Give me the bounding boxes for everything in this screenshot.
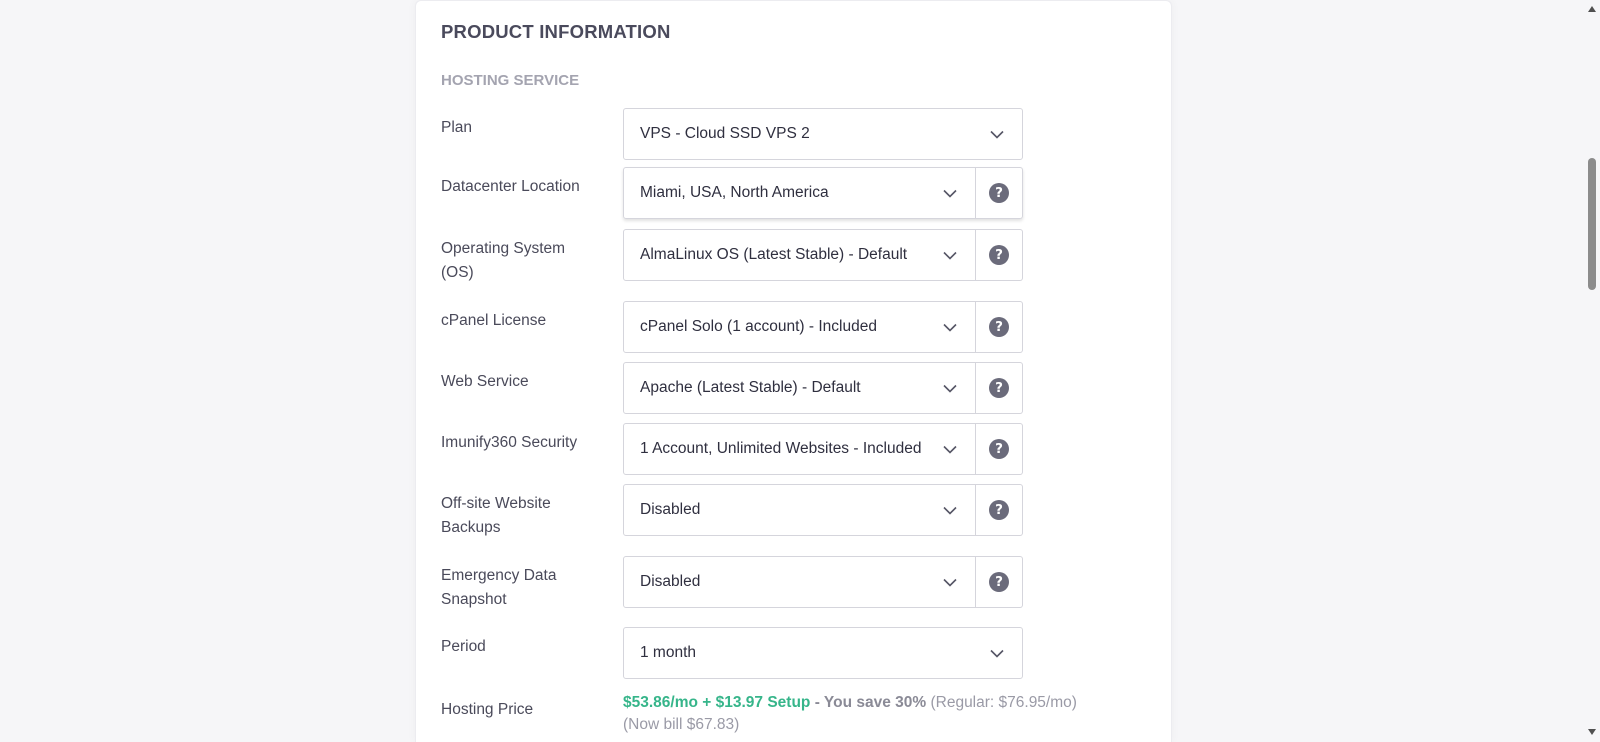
select-value: Miami, USA, North America — [640, 184, 829, 201]
cpanel-control: cPanel Solo (1 account) - Included ? — [623, 301, 1023, 353]
price-savings: - You save 30% — [814, 694, 927, 711]
field-label: Web Service — [441, 373, 529, 390]
chevron-down-icon — [943, 323, 957, 332]
datacenter-control: Miami, USA, North America ? — [623, 167, 1023, 219]
help-icon: ? — [989, 245, 1009, 265]
field-label: Emergency Data Snapshot — [441, 567, 557, 608]
field-label: Off-site Website Backups — [441, 495, 551, 536]
help-icon: ? — [989, 317, 1009, 337]
period-select[interactable]: 1 month — [623, 627, 1023, 679]
os-control: AlmaLinux OS (Latest Stable) - Default ? — [623, 229, 1023, 281]
imunify360-help-button[interactable]: ? — [976, 423, 1023, 475]
hosting-price-label: Hosting Price — [441, 701, 534, 718]
help-icon: ? — [989, 439, 1009, 459]
chevron-down-icon — [943, 384, 957, 393]
subsection-title: HOSTING SERVICE — [441, 72, 580, 89]
select-value: cPanel Solo (1 account) - Included — [640, 318, 877, 335]
emergency-snapshot-help-button[interactable]: ? — [976, 556, 1023, 608]
select-value: 1 Account, Unlimited Websites - Included — [640, 440, 922, 457]
emergency-snapshot-select[interactable]: Disabled — [623, 556, 976, 608]
scroll-down-arrow-icon[interactable] — [1587, 727, 1597, 737]
help-icon: ? — [989, 378, 1009, 398]
chevron-down-icon — [943, 445, 957, 454]
page-scrollbar[interactable] — [1584, 0, 1600, 741]
period-control: 1 month — [623, 627, 1023, 679]
web-service-select[interactable]: Apache (Latest Stable) - Default — [623, 362, 976, 414]
offsite-backups-help-button[interactable]: ? — [976, 484, 1023, 536]
datacenter-help-button[interactable]: ? — [976, 167, 1023, 219]
field-label: Imunify360 Security — [441, 434, 578, 451]
offsite-backups-select[interactable]: Disabled — [623, 484, 976, 536]
chevron-down-icon — [943, 189, 957, 198]
cpanel-select[interactable]: cPanel Solo (1 account) - Included — [623, 301, 976, 353]
cpanel-help-button[interactable]: ? — [976, 301, 1023, 353]
select-value: 1 month — [640, 644, 697, 661]
select-value: Apache (Latest Stable) - Default — [640, 379, 861, 396]
chevron-down-icon — [990, 130, 1004, 139]
help-icon: ? — [989, 500, 1009, 520]
scroll-up-arrow-icon[interactable] — [1587, 4, 1597, 14]
chevron-down-icon — [943, 506, 957, 515]
field-label: Period — [441, 638, 486, 655]
plan-control: VPS - Cloud SSD VPS 2 — [623, 108, 1023, 160]
help-icon: ? — [989, 572, 1009, 592]
field-label: cPanel License — [441, 312, 547, 329]
web-service-control: Apache (Latest Stable) - Default ? — [623, 362, 1023, 414]
price-regular: (Regular: $76.95/mo) — [930, 694, 1077, 711]
select-value: VPS - Cloud SSD VPS 2 — [640, 125, 810, 142]
field-label: Datacenter Location — [441, 178, 580, 195]
plan-select[interactable]: VPS - Cloud SSD VPS 2 — [623, 108, 1023, 160]
price-amount: $53.86/mo + $13.97 Setup — [623, 694, 811, 711]
field-label: Operating System (OS) — [441, 240, 566, 281]
section-title: PRODUCT INFORMATION — [441, 21, 671, 42]
os-select[interactable]: AlmaLinux OS (Latest Stable) - Default — [623, 229, 976, 281]
imunify360-control: 1 Account, Unlimited Websites - Included… — [623, 423, 1023, 475]
imunify360-select[interactable]: 1 Account, Unlimited Websites - Included — [623, 423, 976, 475]
offsite-backups-control: Disabled ? — [623, 484, 1023, 536]
help-icon: ? — [989, 183, 1009, 203]
field-label: Plan — [441, 119, 473, 136]
web-service-help-button[interactable]: ? — [976, 362, 1023, 414]
chevron-down-icon — [990, 649, 1004, 658]
select-value: Disabled — [640, 501, 701, 518]
chevron-down-icon — [943, 251, 957, 260]
price-bill: (Now bill $67.83) — [623, 715, 740, 733]
emergency-snapshot-control: Disabled ? — [623, 556, 1023, 608]
scroll-thumb[interactable] — [1588, 158, 1596, 290]
os-help-button[interactable]: ? — [976, 229, 1023, 281]
datacenter-select[interactable]: Miami, USA, North America — [623, 167, 976, 219]
product-information-card: PRODUCT INFORMATION HOSTING SERVICE Plan… — [415, 0, 1172, 742]
select-value: AlmaLinux OS (Latest Stable) - Default — [640, 246, 908, 263]
chevron-down-icon — [943, 578, 957, 587]
hosting-price-value: $53.86/mo + $13.97 Setup - You save 30% … — [623, 692, 1143, 735]
select-value: Disabled — [640, 573, 701, 590]
